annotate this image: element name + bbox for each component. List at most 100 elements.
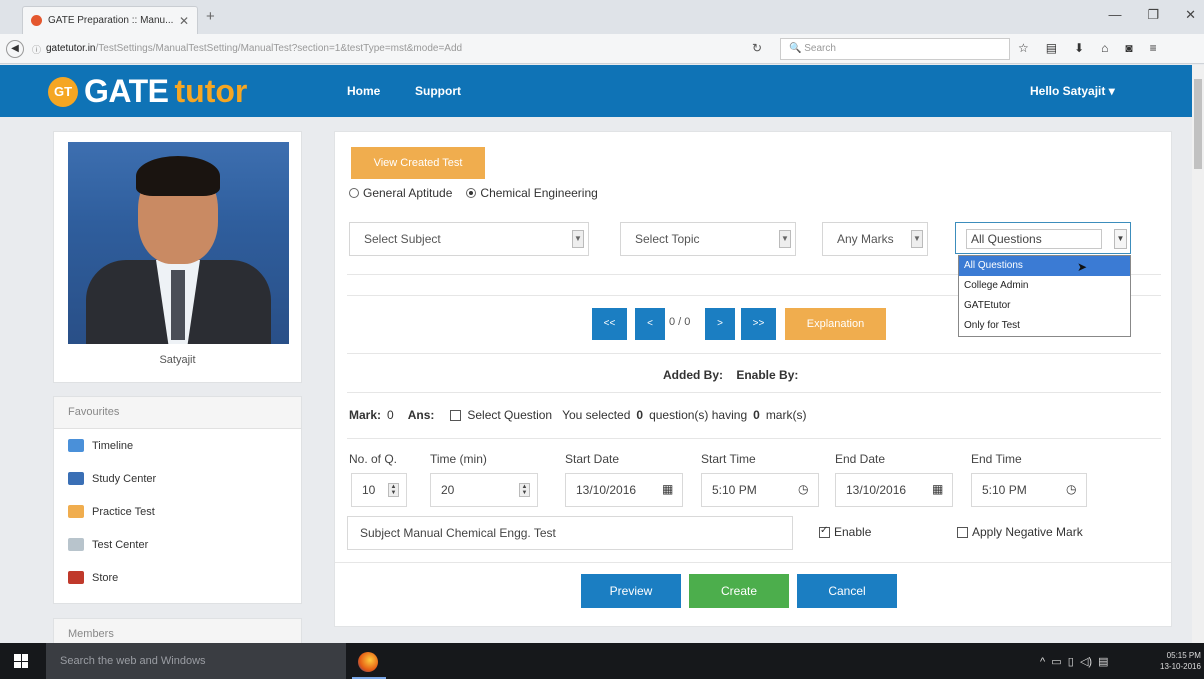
any-marks-dropdown[interactable]: Any Marks ▼ <box>822 222 928 256</box>
enable-checkbox-group[interactable]: Enable <box>819 525 871 539</box>
prev-page-button[interactable]: < <box>635 308 665 340</box>
next-page-button[interactable]: > <box>705 308 735 340</box>
preview-button[interactable]: Preview <box>581 574 681 608</box>
spinner-arrows-icon[interactable]: ▲ ▼ <box>519 483 530 497</box>
close-window-icon[interactable]: ✕ <box>1185 7 1196 23</box>
study-center-icon <box>68 472 84 485</box>
chevron-down-icon: ▼ <box>779 230 791 248</box>
maximize-icon[interactable]: ❐ <box>1147 7 1159 23</box>
radio-general-aptitude[interactable]: General Aptitude <box>349 186 452 200</box>
page-scrollbar[interactable] <box>1192 65 1204 643</box>
store-icon <box>68 571 84 584</box>
spinner-arrows-icon[interactable]: ▲ ▼ <box>388 483 399 497</box>
divider <box>347 353 1161 354</box>
browser-search-input[interactable]: 🔍 Search <box>780 38 1010 60</box>
chevron-down-icon: ▼ <box>572 230 584 248</box>
back-icon[interactable]: ◀ <box>6 40 24 58</box>
caret-down-icon: ▾ <box>1108 84 1115 98</box>
sidebar-item-study-center[interactable]: Study Center <box>54 462 301 495</box>
last-page-button[interactable]: >> <box>741 308 776 340</box>
sidebar-item-label: Practice Test <box>92 505 155 518</box>
option-college-admin[interactable]: College Admin <box>959 276 1130 296</box>
nav-support[interactable]: Support <box>415 84 461 98</box>
select-subject-dropdown[interactable]: Select Subject ▼ <box>349 222 589 256</box>
url-path: /TestSettings/ManualTestSetting/ManualTe… <box>95 43 463 54</box>
new-tab-icon[interactable]: + <box>206 8 215 25</box>
clock-icon[interactable]: ◷ <box>1066 482 1076 496</box>
enable-checkbox[interactable] <box>819 525 830 538</box>
scrollbar-thumb[interactable] <box>1194 79 1202 169</box>
taskbar-clock[interactable]: 05:15 PM 13-10-2016 <box>1160 650 1201 672</box>
minimize-icon[interactable]: — <box>1108 7 1121 23</box>
start-time-input[interactable]: 5:10 PM ◷ <box>701 473 819 507</box>
site-logo[interactable]: GT GATE tutor <box>48 73 247 110</box>
start-date-input[interactable]: 13/10/2016 ▦ <box>565 473 683 507</box>
favicon-icon <box>31 15 42 26</box>
first-page-button[interactable]: << <box>592 308 627 340</box>
sidebar-item-timeline[interactable]: Timeline <box>54 429 301 462</box>
reload-icon[interactable]: ↻ <box>752 41 762 55</box>
radio-button[interactable] <box>349 188 359 198</box>
explanation-button[interactable]: Explanation <box>785 308 886 340</box>
profile-name: Satyajit <box>159 354 196 366</box>
calendar-icon[interactable]: ▦ <box>932 482 943 496</box>
divider <box>347 392 1161 393</box>
start-time-value: 5:10 PM <box>712 483 757 497</box>
cancel-button[interactable]: Cancel <box>797 574 897 608</box>
address-bar[interactable]: gatetutor.in/TestSettings/ManualTestSett… <box>46 43 462 54</box>
option-gatetutor[interactable]: GATEtutor <box>959 296 1130 316</box>
select-topic-dropdown[interactable]: Select Topic ▼ <box>620 222 796 256</box>
pocket-icon[interactable]: ◙ <box>1125 41 1132 55</box>
nav-home[interactable]: Home <box>347 84 380 98</box>
end-date-input[interactable]: 13/10/2016 ▦ <box>835 473 953 507</box>
system-tray[interactable]: ^ ▭ ▯ ◁) ▤ <box>1040 655 1109 668</box>
create-button[interactable]: Create <box>689 574 789 608</box>
profile-photo <box>68 142 289 344</box>
test-name-input[interactable]: Subject Manual Chemical Engg. Test <box>347 516 793 550</box>
user-menu[interactable]: Hello Satyajit ▾ <box>1030 84 1115 98</box>
calendar-icon[interactable]: ▦ <box>662 482 673 496</box>
view-created-test-button[interactable]: View Created Test <box>351 147 485 179</box>
home-icon[interactable]: ⌂ <box>1101 41 1108 55</box>
taskbar-search-input[interactable]: Search the web and Windows <box>46 643 346 679</box>
section-radio-group: General Aptitude Chemical Engineering <box>349 186 598 200</box>
browser-tab-bar: GATE Preparation :: Manu... ✕ + — ❐ ✕ <box>0 0 1204 34</box>
select-question-label: Select Question <box>467 408 553 422</box>
sidebar-item-practice-test[interactable]: Practice Test <box>54 495 301 528</box>
radio-button-selected[interactable] <box>466 188 477 198</box>
greeting-text: Hello Satyajit <box>1030 84 1106 98</box>
favourites-title: Favourites <box>54 397 301 429</box>
reader-icon[interactable]: ▤ <box>1046 41 1057 55</box>
no-of-q-stepper[interactable]: 10 ▲ ▼ <box>351 473 407 507</box>
firefox-icon[interactable] <box>358 652 378 672</box>
mark-value: 0 <box>387 408 394 422</box>
question-source-dropdown[interactable]: All Questions ▼ <box>955 222 1131 254</box>
time-stepper[interactable]: 20 ▲ ▼ <box>430 473 538 507</box>
sidebar-item-test-center[interactable]: Test Center <box>54 528 301 561</box>
bookmark-star-icon[interactable]: ☆ <box>1018 41 1029 55</box>
windows-start-icon[interactable] <box>14 654 28 668</box>
select-question-checkbox[interactable] <box>450 409 462 421</box>
mark-label: Mark: <box>349 408 382 422</box>
timeline-icon <box>68 439 84 452</box>
selected-count: 0 <box>636 408 644 422</box>
option-only-for-test[interactable]: Only for Test <box>959 316 1130 336</box>
ans-label: Ans: <box>407 408 435 422</box>
negative-mark-checkbox-group[interactable]: Apply Negative Mark <box>957 525 1083 539</box>
negative-mark-checkbox[interactable] <box>957 526 968 538</box>
tab-title: GATE Preparation :: Manu... <box>48 15 173 26</box>
close-tab-icon[interactable]: ✕ <box>179 14 189 28</box>
download-icon[interactable]: ⬇ <box>1074 41 1084 55</box>
end-date-value: 13/10/2016 <box>846 483 907 497</box>
menu-icon[interactable]: ≡ <box>1150 41 1157 55</box>
browser-tab[interactable]: GATE Preparation :: Manu... ✕ <box>22 6 198 34</box>
sidebar-item-store[interactable]: Store <box>54 561 301 594</box>
option-all-questions[interactable]: All Questions <box>959 256 1130 276</box>
clock-icon[interactable]: ◷ <box>798 482 808 496</box>
end-time-input[interactable]: 5:10 PM ◷ <box>971 473 1087 507</box>
info-icon[interactable]: ⓘ <box>32 43 41 56</box>
radio-chemical-engineering[interactable]: Chemical Engineering <box>466 186 598 200</box>
sidebar-item-label: Store <box>92 571 119 584</box>
divider <box>347 438 1161 439</box>
enable-by-label: Enable By: <box>736 368 799 382</box>
